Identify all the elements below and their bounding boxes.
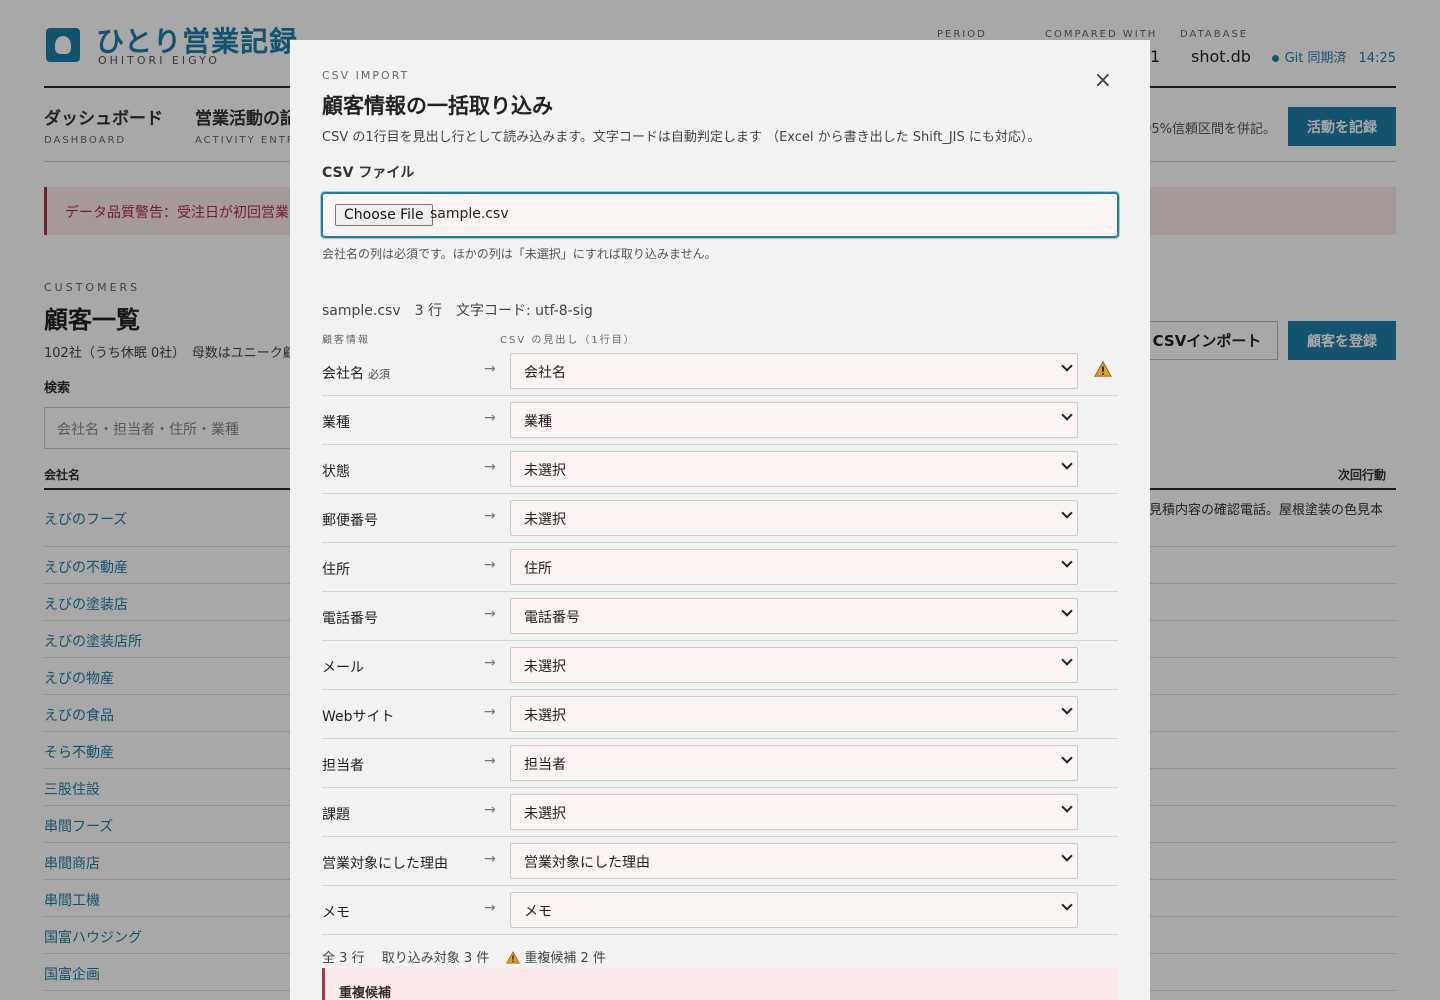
arrow-right-icon: →: [484, 459, 496, 475]
mapping-row: 郵便番号 → 未選択: [322, 494, 1118, 543]
mapping-field-label: メール: [322, 660, 364, 676]
mapping-row: 電話番号 → 電話番号: [322, 592, 1118, 641]
chevron-down-icon: [1061, 752, 1073, 764]
select-value: 未選択: [524, 806, 566, 822]
file-info: sample.csv 3 行 文字コード: utf-8-sig: [322, 303, 593, 319]
chevron-down-icon: [1061, 556, 1073, 568]
dialog-kicker: CSV IMPORT: [322, 69, 410, 82]
select-value: 業種: [524, 414, 552, 430]
chevron-down-icon: [1061, 605, 1073, 617]
chevron-down-icon: [1061, 703, 1073, 715]
mapping-row: 住所 → 住所: [322, 543, 1118, 592]
mapping-row: 担当者 → 担当者: [322, 739, 1118, 788]
required-badge: 必須: [368, 368, 390, 381]
chevron-down-icon: [1061, 409, 1073, 421]
csv-column-select[interactable]: 未選択: [510, 451, 1078, 487]
mapping-row: 課題 → 未選択: [322, 788, 1118, 837]
import-summary: 全 3 行 取り込み対象 3 件 重複候補 2 件: [322, 947, 606, 966]
mapping-row: 営業対象にした理由 → 営業対象にした理由: [322, 837, 1118, 886]
chevron-down-icon: [1061, 654, 1073, 666]
chevron-down-icon: [1061, 360, 1073, 372]
mapping-field-label: 電話番号: [322, 611, 378, 627]
chevron-down-icon: [1061, 507, 1073, 519]
csv-column-select[interactable]: 業種: [510, 402, 1078, 438]
arrow-right-icon: →: [484, 900, 496, 916]
arrow-right-icon: →: [484, 851, 496, 867]
file-hint: 会社名の列は必須です。ほかの列は「未選択」にすれば取り込みません。: [322, 247, 717, 261]
mapping-row: 状態 → 未選択: [322, 445, 1118, 494]
warning-icon: [506, 951, 521, 964]
csv-column-select[interactable]: 電話番号: [510, 598, 1078, 634]
arrow-right-icon: →: [484, 753, 496, 769]
csv-column-select[interactable]: 住所: [510, 549, 1078, 585]
csv-column-select[interactable]: 会社名: [510, 353, 1078, 389]
csv-column-select[interactable]: 担当者: [510, 745, 1078, 781]
mapping-field-label: 課題: [322, 807, 350, 823]
select-value: 未選択: [524, 512, 566, 528]
chevron-down-icon: [1061, 899, 1073, 911]
mapping-field-label: 会社名 必須: [322, 366, 390, 382]
mapping-row: 業種 → 業種: [322, 396, 1118, 445]
mapping-field-label: 担当者: [322, 758, 364, 774]
chevron-down-icon: [1061, 850, 1073, 862]
mapping-field-label: 業種: [322, 415, 350, 431]
mapping-field-label: 郵便番号: [322, 513, 378, 529]
chevron-down-icon: [1061, 458, 1073, 470]
csv-column-select[interactable]: 未選択: [510, 696, 1078, 732]
mapping-row: メモ → メモ: [322, 886, 1118, 935]
file-field-label: CSV ファイル: [322, 165, 415, 181]
csv-file-input[interactable]: Choose File sample.csv: [321, 192, 1119, 238]
arrow-right-icon: →: [484, 361, 496, 377]
select-value: メモ: [524, 904, 552, 920]
warning-icon: [1094, 360, 1112, 377]
select-value: 電話番号: [524, 610, 580, 626]
csv-column-select[interactable]: 未選択: [510, 500, 1078, 536]
choose-file-button[interactable]: Choose File: [335, 204, 433, 226]
select-value: 担当者: [524, 757, 566, 773]
duplicate-candidates-panel: 重複候補: [322, 968, 1118, 1000]
select-value: 未選択: [524, 659, 566, 675]
dialog-description: CSV の1行目を見出し行として読み込みます。文字コードは自動判定します （Ex…: [322, 130, 1041, 145]
mapping-list: 会社名 必須 → 会社名 業種 → 業種 状態 → 未選択 郵便番号 → 未選択 住所 → 住所 電話番号 → 電話…: [322, 347, 1118, 935]
select-value: 住所: [524, 561, 552, 577]
arrow-right-icon: →: [484, 606, 496, 622]
duplicate-candidates-title: 重複候補: [339, 986, 392, 1000]
select-value: 会社名: [524, 365, 566, 381]
arrow-right-icon: →: [484, 557, 496, 573]
mapping-field-label: 状態: [322, 464, 350, 480]
select-value: 営業対象にした理由: [524, 855, 650, 871]
selected-file-name: sample.csv: [430, 206, 509, 222]
arrow-right-icon: →: [484, 508, 496, 524]
mapping-row: Webサイト → 未選択: [322, 690, 1118, 739]
close-icon[interactable]: ×: [1094, 68, 1112, 93]
csv-column-select[interactable]: メモ: [510, 892, 1078, 928]
chevron-down-icon: [1061, 801, 1073, 813]
mapping-row: メール → 未選択: [322, 641, 1118, 690]
select-value: 未選択: [524, 708, 566, 724]
mapping-row: 会社名 必須 → 会社名: [322, 347, 1118, 396]
column-csv-header: CSV の見出し（1行目）: [500, 335, 636, 346]
arrow-right-icon: →: [484, 410, 496, 426]
arrow-right-icon: →: [484, 802, 496, 818]
csv-column-select[interactable]: 営業対象にした理由: [510, 843, 1078, 879]
dialog-title: 顧客情報の一括取り込み: [322, 94, 553, 118]
summary-target: 取り込み対象 3 件: [381, 951, 490, 966]
mapping-field-label: 住所: [322, 562, 350, 578]
summary-duplicates: 重複候補 2 件: [524, 951, 606, 966]
column-customer-field: 顧客情報: [322, 335, 370, 346]
mapping-field-label: Webサイト: [322, 709, 395, 725]
csv-column-select[interactable]: 未選択: [510, 794, 1078, 830]
arrow-right-icon: →: [484, 655, 496, 671]
mapping-field-label: 営業対象にした理由: [322, 856, 448, 872]
csv-import-dialog: CSV IMPORT 顧客情報の一括取り込み CSV の1行目を見出し行として読…: [290, 40, 1150, 1000]
csv-column-select[interactable]: 未選択: [510, 647, 1078, 683]
summary-total: 全 3 行: [322, 951, 365, 966]
mapping-field-label: メモ: [322, 905, 350, 921]
select-value: 未選択: [524, 463, 566, 479]
arrow-right-icon: →: [484, 704, 496, 720]
